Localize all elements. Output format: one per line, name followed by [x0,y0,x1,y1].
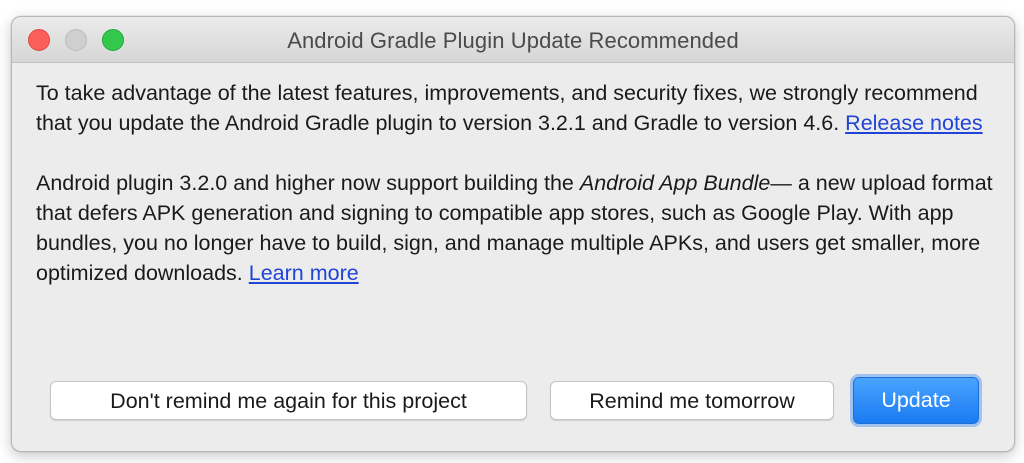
remind-tomorrow-button[interactable]: Remind me tomorrow [550,381,834,420]
dont-remind-button[interactable]: Don't remind me again for this project [50,381,527,420]
message-paragraph-2-text-a: Android plugin 3.2.0 and higher now supp… [36,171,580,195]
message-body: To take advantage of the latest features… [36,78,996,288]
update-button[interactable]: Update [853,377,979,424]
message-paragraph-2: Android plugin 3.2.0 and higher now supp… [36,168,996,288]
message-paragraph-1-text: To take advantage of the latest features… [36,81,978,135]
learn-more-link[interactable]: Learn more [249,261,359,285]
window-title: Android Gradle Plugin Update Recommended [287,28,739,53]
dialog-window: Android Gradle Plugin Update Recommended… [11,16,1015,452]
app-bundle-emphasis: Android App Bundle [579,171,771,195]
message-paragraph-1: To take advantage of the latest features… [36,78,996,138]
release-notes-link[interactable]: Release notes [845,111,982,135]
title-bar[interactable]: Android Gradle Plugin Update Recommended [12,17,1014,63]
